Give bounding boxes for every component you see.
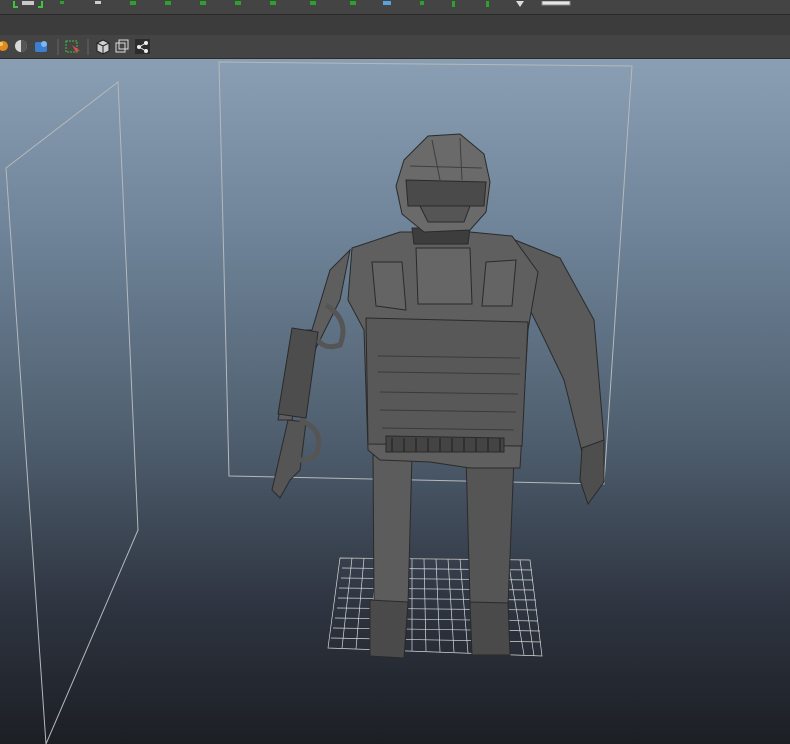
select-icon[interactable] xyxy=(65,40,80,54)
toolbar-icons xyxy=(0,39,150,55)
3d-viewport[interactable] xyxy=(0,59,790,744)
shelf-arrow-icons[interactable] xyxy=(60,1,524,7)
viewport-toolbar xyxy=(0,35,790,59)
toolbar-divider xyxy=(0,15,790,35)
shelf-icons xyxy=(13,0,571,8)
viewport-scene xyxy=(5,61,633,744)
render-icon[interactable] xyxy=(35,41,47,52)
cube-icon[interactable] xyxy=(96,39,110,55)
half-sphere-icon[interactable] xyxy=(15,40,27,52)
share-icon[interactable] xyxy=(135,39,150,54)
camera-frame-left xyxy=(5,81,139,744)
top-shelf xyxy=(0,0,790,15)
character-model[interactable] xyxy=(271,133,605,659)
wire-cube-icon[interactable] xyxy=(115,39,129,53)
shelf-bracket-icon[interactable] xyxy=(13,1,43,8)
sphere-icon[interactable] xyxy=(0,41,8,51)
shelf-panel-icon[interactable] xyxy=(541,0,571,6)
